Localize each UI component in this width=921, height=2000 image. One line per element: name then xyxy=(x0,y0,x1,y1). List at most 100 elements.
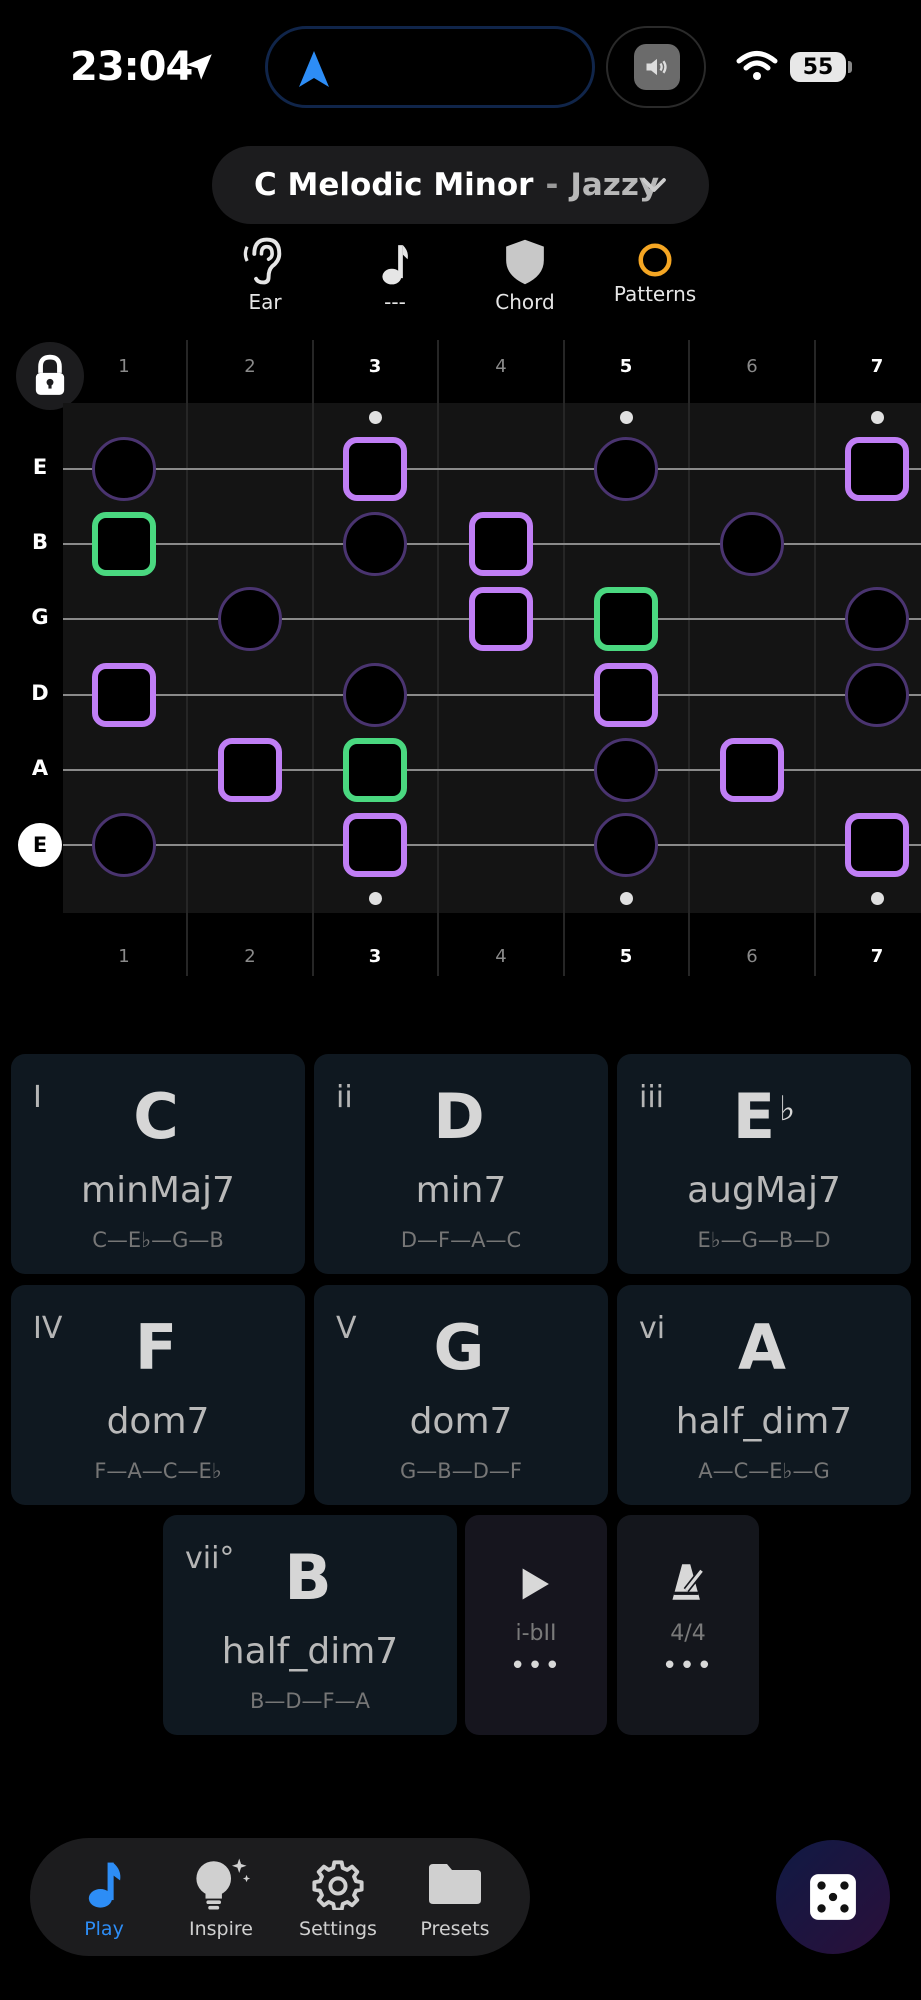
randomize-button[interactable] xyxy=(776,1840,890,1954)
fretboard[interactable] xyxy=(63,403,921,913)
scale-name: C Melodic Minor xyxy=(254,167,534,203)
mode-chord-label: Chord xyxy=(495,290,555,314)
string-label-b[interactable]: B xyxy=(20,530,60,554)
fret-note[interactable] xyxy=(594,437,658,501)
string-label-high-e[interactable]: E xyxy=(20,455,60,479)
fret-inlay-dot xyxy=(871,892,884,905)
tab-play[interactable]: Play xyxy=(54,1856,154,1940)
fret-line xyxy=(688,340,690,976)
play-progression-button[interactable]: i-bII ••• xyxy=(465,1515,607,1735)
metronome-icon xyxy=(672,1564,705,1600)
metronome-button[interactable]: 4/4 ••• xyxy=(617,1515,759,1735)
fret-note[interactable] xyxy=(92,437,156,501)
tab-inspire-label: Inspire xyxy=(189,1918,253,1940)
fret-note[interactable] xyxy=(594,738,658,802)
mode-chord[interactable]: Chord xyxy=(460,228,590,314)
mode-ear[interactable]: Ear xyxy=(200,228,330,314)
fret-note[interactable] xyxy=(218,587,282,651)
string-label-d[interactable]: D xyxy=(20,681,60,705)
audio-indicator[interactable] xyxy=(606,26,706,108)
fret-note[interactable] xyxy=(218,738,282,802)
fret-note[interactable] xyxy=(92,512,156,576)
chord-card-v[interactable]: V G dom7 G—B—D—F xyxy=(314,1285,608,1505)
ear-icon xyxy=(243,237,282,285)
scale-selector[interactable]: C Melodic Minor - Jazzy xyxy=(212,146,709,224)
fret-note[interactable] xyxy=(343,813,407,877)
fret-number: 3 xyxy=(368,356,382,377)
fret-note[interactable] xyxy=(343,663,407,727)
chord-card-i[interactable]: I C minMaj7 C—E♭—G—B xyxy=(11,1054,305,1274)
fret-line xyxy=(814,340,816,976)
fret-note[interactable] xyxy=(720,738,784,802)
fret-note[interactable] xyxy=(343,512,407,576)
fret-note[interactable] xyxy=(720,512,784,576)
fret-line xyxy=(437,340,439,976)
lock-icon xyxy=(35,354,65,395)
fret-note[interactable] xyxy=(92,813,156,877)
chord-quality: minMaj7 xyxy=(81,1170,235,1211)
fret-note[interactable] xyxy=(845,587,909,651)
fret-note[interactable] xyxy=(845,813,909,877)
dynamic-island[interactable] xyxy=(265,26,595,108)
fret-note[interactable] xyxy=(469,512,533,576)
gear-icon xyxy=(312,1860,364,1910)
fret-note[interactable] xyxy=(845,437,909,501)
chord-card-vi[interactable]: vi A half_dim7 A—C—E♭—G xyxy=(617,1285,911,1505)
fret-note[interactable] xyxy=(92,663,156,727)
chord-root: E ♭ xyxy=(617,1080,911,1153)
circle-outline-icon xyxy=(638,243,672,277)
fret-number: 4 xyxy=(495,946,507,967)
chord-card-iv[interactable]: IV F dom7 F—A—C—E♭ xyxy=(11,1285,305,1505)
navigation-arrow-icon xyxy=(299,51,329,87)
mode-patterns[interactable]: Patterns xyxy=(590,228,720,306)
chord-card-ii[interactable]: ii D min7 D—F—A—C xyxy=(314,1054,608,1274)
chord-notes: B—D—F—A xyxy=(249,1689,371,1713)
chord-card-vii[interactable]: vii° B half_dim7 B—D—F—A xyxy=(163,1515,457,1735)
chord-quality: dom7 xyxy=(409,1401,513,1442)
tab-presets-label: Presets xyxy=(420,1918,490,1940)
chord-root-letter: B xyxy=(284,1541,332,1614)
time-signature-label: 4/4 xyxy=(670,1621,706,1646)
chevron-down-icon xyxy=(642,178,666,192)
shield-icon xyxy=(506,239,544,285)
battery-indicator: 55 xyxy=(790,52,846,82)
fret-number: 1 xyxy=(118,946,130,967)
tab-play-label: Play xyxy=(84,1918,124,1940)
fret-note[interactable] xyxy=(343,738,407,802)
fret-inlay-dot xyxy=(620,892,633,905)
fret-note[interactable] xyxy=(594,587,658,651)
fret-number: 1 xyxy=(118,356,130,377)
mode-ear-label: Ear xyxy=(248,290,282,314)
chord-root: C xyxy=(11,1080,305,1153)
fret-line xyxy=(186,340,188,976)
string-label-low-e[interactable]: E xyxy=(18,823,62,867)
fret-number: 7 xyxy=(870,946,884,967)
chord-card-iii[interactable]: iii E ♭ augMaj7 E♭—G—B—D xyxy=(617,1054,911,1274)
chord-notes: D—F—A—C xyxy=(400,1228,522,1252)
tab-inspire[interactable]: Inspire xyxy=(171,1856,271,1940)
fret-note[interactable] xyxy=(594,813,658,877)
lightbulb-icon xyxy=(196,1858,251,1910)
chord-root-letter: C xyxy=(133,1080,179,1153)
chord-notes: G—B—D—F xyxy=(400,1459,522,1483)
battery-tip xyxy=(848,61,852,73)
chord-root-letter: D xyxy=(433,1080,485,1153)
string-label-a[interactable]: A xyxy=(20,756,60,780)
location-arrow-icon xyxy=(186,54,212,80)
fret-note[interactable] xyxy=(845,663,909,727)
mode-note[interactable]: --- xyxy=(330,228,460,314)
lock-button[interactable] xyxy=(16,342,84,410)
chord-notes: A—C—E♭—G xyxy=(698,1459,830,1483)
tab-presets[interactable]: Presets xyxy=(405,1856,505,1940)
fret-note[interactable] xyxy=(594,663,658,727)
tab-settings[interactable]: Settings xyxy=(288,1856,388,1940)
fret-number: 2 xyxy=(244,356,256,377)
fret-note[interactable] xyxy=(469,587,533,651)
fret-note[interactable] xyxy=(343,437,407,501)
chord-quality: augMaj7 xyxy=(687,1170,841,1211)
play-icon xyxy=(522,1568,549,1600)
fret-number: 7 xyxy=(870,356,884,377)
string-line xyxy=(63,694,921,696)
string-label-g[interactable]: G xyxy=(20,605,60,629)
string-line xyxy=(63,468,921,470)
